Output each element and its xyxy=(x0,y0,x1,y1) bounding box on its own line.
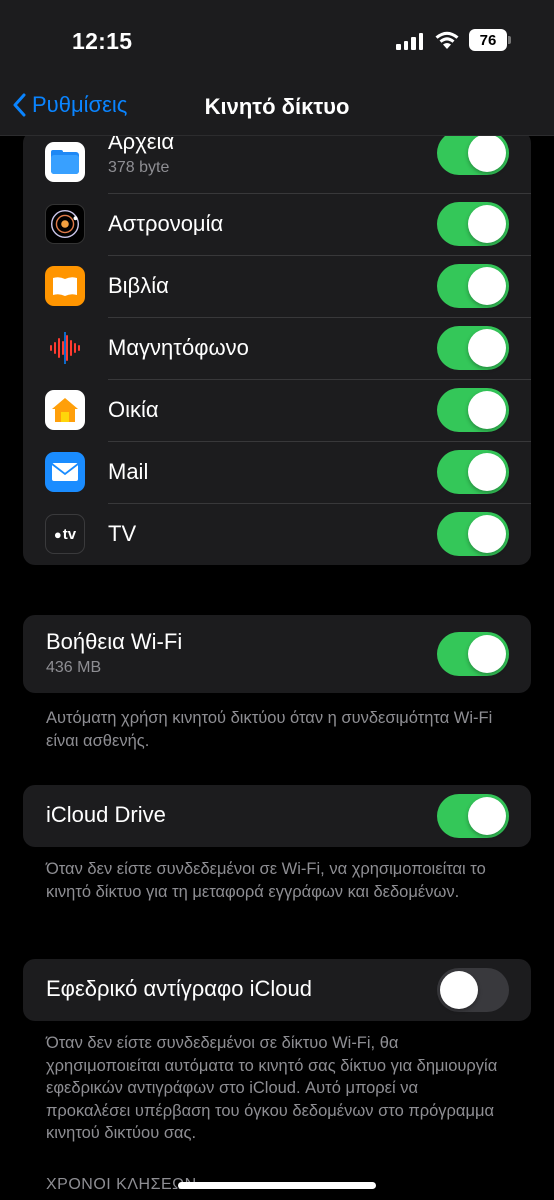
battery-level: 76 xyxy=(479,31,497,49)
wifi-assist-label: Βοήθεια Wi-Fi xyxy=(46,629,183,654)
mail-icon xyxy=(45,452,85,492)
tv-icon: ● tv xyxy=(45,514,85,554)
home-indicator[interactable] xyxy=(178,1182,376,1189)
files-icon xyxy=(45,142,85,182)
status-bar: 12:15 76 xyxy=(0,0,554,80)
navigation-bar: Ρυθμίσεις Κινητό δίκτυο xyxy=(0,80,554,136)
voice-memos-icon xyxy=(45,328,85,368)
page-title: Κινητό δίκτυο xyxy=(204,94,350,119)
icloud-drive-label: iCloud Drive xyxy=(46,802,166,827)
wifi-assist-footer: Αυτόματη χρήση κινητού δικτύου όταν η συ… xyxy=(46,709,493,750)
wifi-assist-toggle[interactable] xyxy=(437,632,509,676)
icloud-backup-label: Εφεδρικό αντίγραφο iCloud xyxy=(46,976,312,1001)
icloud-drive-group: iCloud Drive xyxy=(23,785,531,847)
tv-icon-text: tv xyxy=(62,525,77,543)
app-row-home: Οικία xyxy=(23,379,531,441)
app-row-voice-memos: Μαγνητόφωνο xyxy=(23,317,531,379)
books-toggle[interactable] xyxy=(437,264,509,308)
wifi-assist-group: Βοήθεια Wi-Fi 436 MB xyxy=(23,615,531,693)
app-label: Οικία xyxy=(108,397,159,422)
status-time: 12:15 xyxy=(72,28,133,54)
icloud-backup-group: Εφεδρικό αντίγραφο iCloud xyxy=(23,959,531,1021)
voice-memos-toggle[interactable] xyxy=(437,326,509,370)
icloud-drive-footer: Όταν δεν είστε συνδεδεμένοι σε Wi-Fi, να… xyxy=(46,860,486,901)
books-icon xyxy=(45,266,85,306)
cellular-signal-icon xyxy=(396,32,423,50)
battery-icon: 76 xyxy=(469,29,507,51)
icloud-backup-row: Εφεδρικό αντίγραφο iCloud xyxy=(23,959,531,1021)
app-label: Μαγνητόφωνο xyxy=(108,335,249,360)
app-usage: 378 byte xyxy=(108,159,170,176)
wifi-icon xyxy=(433,29,461,56)
settings-scroll-area[interactable]: Αρχεία 378 byte Αστρονομία Βιβλία Μαγνητ… xyxy=(0,0,554,1200)
home-icon xyxy=(45,390,85,430)
app-row-tv: ● tv TV xyxy=(23,503,531,565)
app-label: Mail xyxy=(108,459,149,484)
icloud-drive-toggle[interactable] xyxy=(437,794,509,838)
icloud-drive-row: iCloud Drive xyxy=(23,785,531,847)
app-label: TV xyxy=(108,521,137,546)
wifi-assist-row: Βοήθεια Wi-Fi 436 MB xyxy=(23,615,531,693)
mail-toggle[interactable] xyxy=(437,450,509,494)
home-toggle[interactable] xyxy=(437,388,509,432)
call-times-section-header: ΧΡΟΝΟΙ ΚΛΗΣΕΩΝ xyxy=(46,1176,197,1193)
app-row-mail: Mail xyxy=(23,441,531,503)
astronomy-icon xyxy=(45,204,85,244)
app-row-astronomy: Αστρονομία xyxy=(23,193,531,255)
apps-group: Αρχεία 378 byte Αστρονομία Βιβλία Μαγνητ… xyxy=(23,131,531,565)
tv-toggle[interactable] xyxy=(437,512,509,556)
battery-cap xyxy=(508,36,511,44)
icloud-backup-toggle[interactable] xyxy=(437,968,509,1012)
icloud-backup-footer: Όταν δεν είστε συνδεδεμένοι σε δίκτυο Wi… xyxy=(46,1034,498,1142)
wifi-assist-usage: 436 MB xyxy=(46,659,102,676)
app-label: Αστρονομία xyxy=(108,211,224,236)
app-row-files: Αρχεία 378 byte xyxy=(23,131,531,193)
app-label: Βιβλία xyxy=(108,273,169,298)
astronomy-toggle[interactable] xyxy=(437,202,509,246)
files-toggle[interactable] xyxy=(437,131,509,175)
app-row-books: Βιβλία xyxy=(23,255,531,317)
